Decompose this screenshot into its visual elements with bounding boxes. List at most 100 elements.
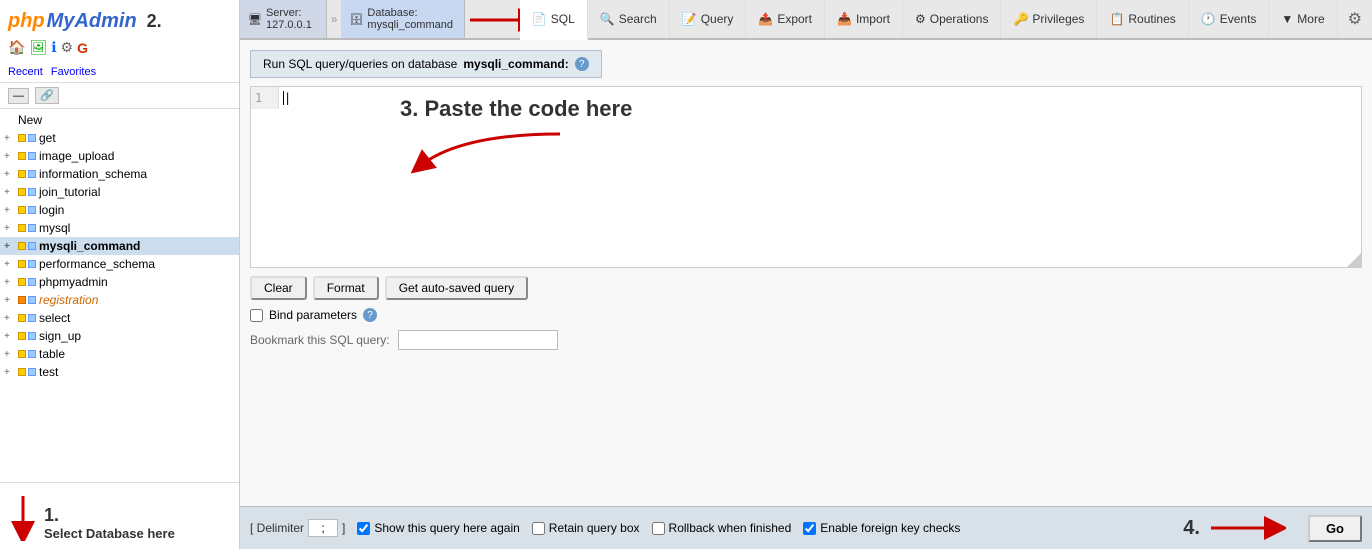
tree-item-image-upload[interactable]: + image_upload — [0, 147, 239, 165]
table-icon — [28, 206, 36, 214]
show-query-checkbox[interactable] — [357, 522, 370, 535]
tree-item-select[interactable]: + select — [0, 309, 239, 327]
foreign-key-text: Enable foreign key checks — [820, 521, 960, 535]
expand-icon: + — [4, 205, 18, 216]
tree-item-registration[interactable]: + registration — [0, 291, 239, 309]
expand-icon: + — [4, 331, 18, 342]
rollback-label[interactable]: Rollback when finished — [652, 521, 792, 535]
export-tab-icon: 📤 — [758, 12, 773, 26]
routines-tab-icon: 📋 — [1109, 12, 1124, 26]
tab-sql[interactable]: 📄 SQL — [520, 0, 588, 40]
tab-events[interactable]: 🕐 Events — [1189, 0, 1270, 38]
auto-saved-button[interactable]: Get auto-saved query — [385, 276, 528, 300]
annotation-4-num: 4. — [1183, 517, 1200, 540]
db-icon — [18, 170, 26, 178]
expand-icon: + — [4, 295, 18, 306]
sidebar: phpMyAdmin 2. 🏠 🖼 ℹ ⚙ G Recent Favorites… — [0, 0, 240, 549]
help-icon[interactable]: ? — [575, 57, 589, 71]
tree-item-mysqli-command[interactable]: + mysqli_command — [0, 237, 239, 255]
logo-myadmin: MyAdmin — [47, 10, 137, 33]
tree-item-login[interactable]: + login — [0, 201, 239, 219]
tree-item-get[interactable]: + get — [0, 129, 239, 147]
g-icon[interactable]: G — [77, 40, 88, 56]
footer-bar: [ Delimiter ] Show this query here again… — [240, 506, 1372, 549]
query-tab-icon: 📝 — [682, 12, 697, 26]
tree-item-table[interactable]: + table — [0, 345, 239, 363]
expand-icon: + — [4, 277, 18, 288]
nav-tabs: 📄 SQL 🔍 Search 📝 Query 📤 Export 📥 — [520, 0, 1338, 38]
tab-export[interactable]: 📤 Export — [746, 0, 825, 38]
privileges-tab-label: Privileges — [1032, 12, 1084, 26]
db-icon: 🗄 — [349, 13, 363, 26]
tree-item-test[interactable]: + test — [0, 363, 239, 381]
delimiter-close-bracket: ] — [342, 521, 345, 535]
expand-icon: + — [4, 241, 18, 252]
table-icon — [28, 134, 36, 142]
breadcrumb-separator: » — [327, 0, 342, 38]
sql-tab-label: SQL — [551, 12, 575, 26]
tab-routines[interactable]: 📋 Routines — [1097, 0, 1188, 38]
retain-query-label[interactable]: Retain query box — [532, 521, 640, 535]
tree-item-performance-schema[interactable]: + performance_schema — [0, 255, 239, 273]
table-icon — [28, 260, 36, 268]
image-icon[interactable]: 🖼 — [29, 39, 47, 56]
home-icon[interactable]: 🏠 — [8, 39, 25, 56]
sql-tab-icon: 📄 — [532, 12, 547, 26]
foreign-key-label[interactable]: Enable foreign key checks — [803, 521, 960, 535]
sql-content: Run SQL query/queries on database mysqli… — [240, 40, 1372, 506]
bookmark-row: Bookmark this SQL query: — [250, 330, 1362, 350]
tree-item-join-tutorial[interactable]: + join_tutorial — [0, 183, 239, 201]
resize-handle[interactable] — [1347, 253, 1361, 267]
database-breadcrumb[interactable]: 🗄 Database: mysqli_command — [341, 0, 465, 38]
recent-link[interactable]: Recent — [8, 66, 43, 78]
footer-checkboxes: Show this query here again Retain query … — [357, 521, 1171, 535]
clear-button[interactable]: Clear — [250, 276, 307, 300]
sidebar-header: phpMyAdmin 2. 🏠 🖼 ℹ ⚙ G — [0, 0, 239, 62]
database-tree: New + get + image_upload + — [0, 109, 239, 482]
delimiter-group: [ Delimiter ] — [250, 519, 345, 537]
foreign-key-checkbox[interactable] — [803, 522, 816, 535]
sidebar-tools: — 🔗 — [0, 83, 239, 109]
annotation-1-num: 1. — [44, 505, 175, 526]
show-query-label[interactable]: Show this query here again — [357, 521, 519, 535]
delimiter-input[interactable] — [308, 519, 338, 537]
bind-params-help-icon[interactable]: ? — [363, 308, 377, 322]
tree-item-information-schema[interactable]: + information_schema — [0, 165, 239, 183]
bind-params-label[interactable]: Bind parameters — [269, 308, 357, 322]
tree-item-phpmyadmin[interactable]: + phpmyadmin — [0, 273, 239, 291]
tree-item-mysql[interactable]: + mysql — [0, 219, 239, 237]
tab-search[interactable]: 🔍 Search — [588, 0, 670, 38]
link-button[interactable]: 🔗 — [35, 87, 59, 104]
go-button[interactable]: Go — [1308, 515, 1362, 542]
db-icon — [18, 278, 26, 286]
info-icon[interactable]: ℹ — [51, 39, 56, 56]
favorites-link[interactable]: Favorites — [51, 66, 96, 78]
bind-params-checkbox[interactable] — [250, 309, 263, 322]
run-query-db: mysqli_command: — [463, 57, 568, 71]
expand-icon: + — [4, 349, 18, 360]
sql-button-row: Clear Format Get auto-saved query — [250, 276, 1362, 300]
tab-privileges[interactable]: 🔑 Privileges — [1001, 0, 1097, 38]
tree-item-sign-up[interactable]: + sign_up — [0, 327, 239, 345]
db-name: registration — [39, 293, 98, 307]
arrow-2-icon — [465, 0, 520, 40]
routines-tab-label: Routines — [1128, 12, 1175, 26]
collapse-button[interactable]: — — [8, 88, 29, 104]
db-icon — [18, 242, 26, 250]
format-button[interactable]: Format — [313, 276, 379, 300]
tab-import[interactable]: 📥 Import — [825, 0, 903, 38]
tab-query[interactable]: 📝 Query — [670, 0, 747, 38]
retain-query-checkbox[interactable] — [532, 522, 545, 535]
tab-operations[interactable]: ⚙ Operations — [903, 0, 1001, 38]
tab-more[interactable]: ▼ More — [1269, 0, 1337, 38]
sql-editor[interactable]: | — [279, 87, 1361, 267]
settings-icon[interactable]: ⚙ — [61, 39, 74, 56]
bookmark-input[interactable] — [398, 330, 558, 350]
server-breadcrumb[interactable]: 🖥 Server: 127.0.0.1 — [240, 0, 327, 38]
table-icon — [28, 350, 36, 358]
table-icon — [28, 170, 36, 178]
rollback-checkbox[interactable] — [652, 522, 665, 535]
settings-gear-icon[interactable]: ⚙ — [1338, 0, 1372, 38]
line-numbers: 1 — [251, 87, 279, 109]
tree-item-new[interactable]: New — [0, 111, 239, 129]
